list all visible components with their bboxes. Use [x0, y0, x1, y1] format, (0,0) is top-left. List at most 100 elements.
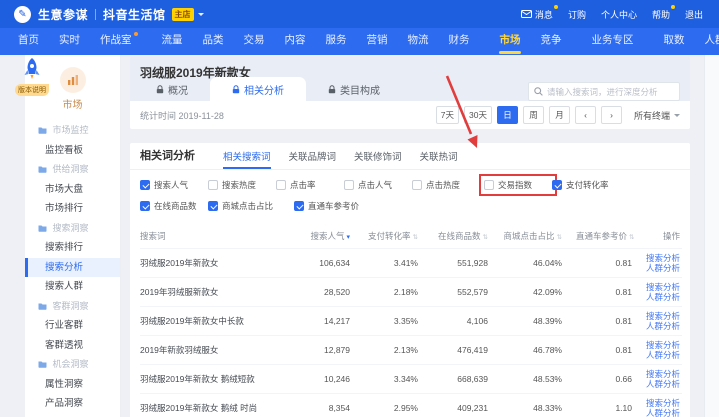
search-analysis-link[interactable]: 搜索分析	[646, 253, 680, 264]
metric-checkbox-item[interactable]: 直通车参考价	[294, 200, 362, 212]
chevron-down-icon[interactable]	[198, 13, 204, 19]
metric-checkbox-item[interactable]: 商城点击占比	[208, 200, 294, 212]
metric-checkbox-item[interactable]: 点击热度	[412, 179, 484, 191]
metric-checkbox-item[interactable]: 搜索人气	[140, 179, 208, 191]
crowd-analysis-link[interactable]: 人群分析	[646, 408, 680, 417]
date-range-button[interactable]: 周	[523, 106, 544, 124]
date-range-button[interactable]: 月	[549, 106, 570, 124]
sidebar-item[interactable]: 机会洞察	[25, 355, 120, 375]
header-link[interactable]: 订购	[568, 8, 586, 21]
search-analysis-link[interactable]: 搜索分析	[646, 340, 680, 351]
search-input[interactable]	[547, 87, 674, 97]
sidebar-item[interactable]: 市场大盘	[25, 180, 120, 200]
checkbox-icon[interactable]	[552, 180, 562, 190]
sidebar-item[interactable]: 监控看板	[25, 141, 120, 161]
checkbox-icon[interactable]	[294, 201, 304, 211]
sidebar-item[interactable]: 市场排行	[25, 199, 120, 219]
search-analysis-link[interactable]: 搜索分析	[646, 311, 680, 322]
sort-icon[interactable]: ⇅	[629, 234, 634, 241]
nav-item[interactable]: 首页	[8, 28, 49, 55]
nav-item[interactable]: 人群管理	[695, 28, 719, 55]
version-badge[interactable]: 版本说明	[15, 84, 49, 96]
sidebar-item[interactable]: 属性洞察	[25, 375, 120, 395]
word-type-tab[interactable]: 相关搜索词	[223, 149, 271, 169]
nav-item[interactable]: 市场	[490, 28, 531, 55]
column-header[interactable]: 支付转化率	[368, 231, 411, 241]
metric-checkbox-item[interactable]: 搜索热度	[208, 179, 276, 191]
word-type-tab[interactable]: 关联品牌词	[289, 149, 337, 169]
sidebar-item[interactable]: 市场监控	[25, 121, 120, 141]
nav-item[interactable]: 品类	[193, 28, 234, 55]
crowd-analysis-link[interactable]: 人群分析	[646, 292, 680, 303]
crowd-analysis-link[interactable]: 人群分析	[646, 350, 680, 361]
checkbox-icon[interactable]	[140, 201, 150, 211]
date-range-button[interactable]: ‹	[575, 106, 596, 124]
nav-item[interactable]: 实时	[49, 28, 90, 55]
sort-icon[interactable]: ⇅	[557, 234, 562, 241]
word-type-tab[interactable]: 关联热词	[420, 149, 458, 169]
sidebar-item[interactable]: 客群洞察	[25, 297, 120, 317]
nav-item[interactable]: 作战室	[90, 28, 142, 55]
tab-label: 类目构成	[340, 82, 380, 97]
checkbox-icon[interactable]	[484, 180, 494, 190]
nav-item[interactable]: 服务	[316, 28, 357, 55]
date-range-button[interactable]: 30天	[464, 106, 492, 124]
checkbox-icon[interactable]	[140, 180, 150, 190]
metric-checkbox-item[interactable]: 点击率	[276, 179, 344, 191]
checkbox-icon[interactable]	[412, 180, 422, 190]
nav-item[interactable]: 取数	[654, 28, 695, 55]
date-range-button[interactable]: 7天	[436, 106, 459, 124]
crowd-analysis-link[interactable]: 人群分析	[646, 379, 680, 390]
sidebar-item[interactable]: 客群透视	[25, 336, 120, 356]
search-analysis-link[interactable]: 搜索分析	[646, 369, 680, 380]
column-header[interactable]: 在线商品数	[438, 231, 481, 241]
sidebar-item[interactable]: 行业客群	[25, 316, 120, 336]
nav-item[interactable]: 交易	[234, 28, 275, 55]
nav-item[interactable]: 财务	[439, 28, 480, 55]
metric-checkbox-item[interactable]: 在线商品数	[140, 200, 208, 212]
sort-desc-icon[interactable]: ▾	[346, 234, 350, 241]
sidebar-item[interactable]: 搜索洞察	[25, 219, 120, 239]
date-range-button[interactable]: 日	[497, 106, 518, 124]
nav-item[interactable]: 竞争	[531, 28, 572, 55]
header-link[interactable]: 个人中心	[601, 8, 637, 21]
column-header[interactable]: 搜索人气	[310, 231, 344, 241]
sidebar-item[interactable]: 搜索排行	[25, 238, 120, 258]
scrollbar[interactable]	[704, 55, 719, 417]
date-range-button[interactable]: ›	[601, 106, 622, 124]
sidebar-item[interactable]: 产品洞察	[25, 394, 120, 414]
tab[interactable]: 类目构成	[306, 77, 402, 101]
metric-checkbox-item[interactable]: 支付转化率	[552, 179, 620, 191]
version-helper[interactable]: 版本说明	[4, 57, 60, 96]
checkbox-icon[interactable]	[276, 180, 286, 190]
metric-checkbox-item[interactable]: 交易指数	[484, 179, 552, 191]
crowd-analysis-link[interactable]: 人群分析	[646, 321, 680, 332]
sidebar-item[interactable]: 供给洞察	[25, 160, 120, 180]
sort-icon[interactable]: ⇅	[483, 234, 488, 241]
header-link[interactable]: 退出	[685, 8, 703, 21]
header-link[interactable]: 帮助	[652, 8, 670, 21]
sidebar-item[interactable]: 搜索人群	[25, 277, 120, 297]
checkbox-icon[interactable]	[344, 180, 354, 190]
checkbox-icon[interactable]	[208, 180, 218, 190]
column-header[interactable]: 商城点击占比	[504, 231, 555, 241]
nav-item[interactable]: 流量	[152, 28, 193, 55]
nav-item[interactable]: 物流	[398, 28, 439, 55]
sidebar-item[interactable]: 搜索分析	[25, 258, 120, 278]
checkbox-icon[interactable]	[208, 201, 218, 211]
metric-checkbox-item[interactable]: 点击人气	[344, 179, 412, 191]
header-link[interactable]: 消息	[521, 8, 553, 21]
column-header[interactable]: 直通车参考价	[576, 231, 627, 241]
word-type-tab[interactable]: 关联修饰词	[354, 149, 402, 169]
nav-item[interactable]: 营销	[357, 28, 398, 55]
column-header[interactable]: 搜索词	[140, 231, 166, 241]
nav-item[interactable]: 业务专区	[582, 28, 644, 55]
crowd-analysis-link[interactable]: 人群分析	[646, 263, 680, 274]
sort-icon[interactable]: ⇅	[413, 234, 418, 241]
terminal-filter[interactable]: 所有终端	[634, 109, 680, 122]
tab[interactable]: 概况	[134, 77, 210, 101]
search-analysis-link[interactable]: 搜索分析	[646, 398, 680, 409]
tab[interactable]: 相关分析	[210, 77, 306, 101]
search-analysis-link[interactable]: 搜索分析	[646, 282, 680, 293]
nav-item[interactable]: 内容	[275, 28, 316, 55]
